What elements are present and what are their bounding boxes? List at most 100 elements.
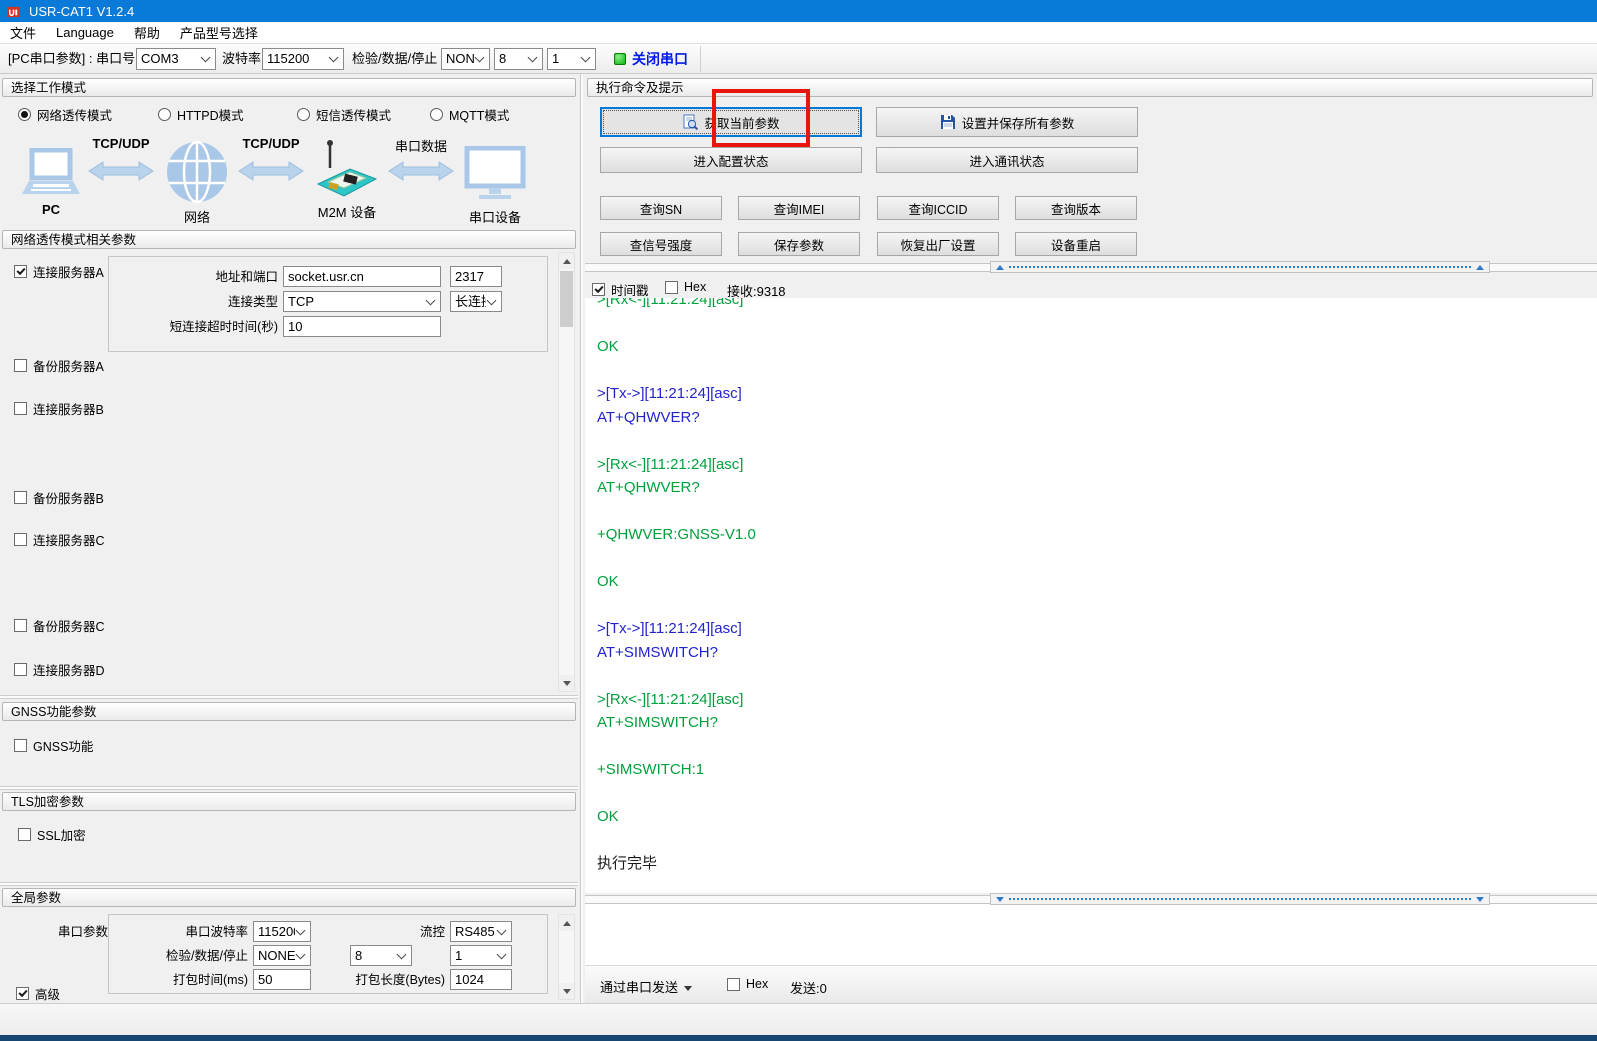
- collapse-up-icon: [996, 265, 1004, 270]
- log-line: [585, 429, 1597, 453]
- checkbox-icon: [14, 359, 27, 372]
- radio-mqtt-mode[interactable]: MQTT模式: [430, 105, 509, 124]
- baud-select[interactable]: 115200: [262, 48, 344, 70]
- menu-help[interactable]: 帮助: [124, 22, 170, 43]
- checkbox-backup-server-a[interactable]: 备份服务器A: [14, 356, 104, 375]
- diagram-node-label: PC: [20, 202, 82, 217]
- pack-length-input[interactable]: 1024: [450, 969, 512, 990]
- diagram-node-label: 网络: [166, 207, 228, 226]
- chevron-down-icon: [581, 53, 591, 63]
- serial-stopbits-select[interactable]: 1: [450, 945, 512, 966]
- log-content: >[Rx<-][11:21:24][asc] OK >[Tx->][11:21:…: [585, 298, 1597, 876]
- log-line: +SIMSWITCH:1: [585, 758, 1597, 782]
- radio-net-transparent-mode[interactable]: 网络透传模式: [18, 105, 112, 124]
- query-iccid-button[interactable]: 查询ICCID: [877, 196, 999, 220]
- send-top-splitter-handle[interactable]: [990, 893, 1490, 905]
- parity-label: 检验/数据/停止: [352, 48, 437, 70]
- checkbox-connect-server-b[interactable]: 连接服务器B: [14, 399, 104, 418]
- short-conn-timeout-input[interactable]: 10: [283, 316, 441, 337]
- stopbits-select[interactable]: 1: [547, 48, 596, 70]
- log-line: >[Rx<-][11:21:24][asc]: [585, 453, 1597, 477]
- serial-databits-select[interactable]: 8: [350, 945, 412, 966]
- log-line: [585, 594, 1597, 618]
- diagram-link-label: 串口数据: [388, 136, 454, 155]
- scroll-up-arrow[interactable]: [559, 915, 574, 931]
- net-params-scrollbar[interactable]: [558, 252, 575, 692]
- chevron-down-icon: [426, 295, 436, 305]
- query-imei-button[interactable]: 查询IMEI: [738, 196, 860, 220]
- enter-comm-state-button[interactable]: 进入通讯状态: [876, 147, 1138, 173]
- checkbox-backup-server-c[interactable]: 备份服务器C: [14, 616, 105, 635]
- conn-type-select[interactable]: TCP: [283, 291, 441, 312]
- query-signal-button[interactable]: 查信号强度: [600, 232, 722, 256]
- splitter-dots: [1009, 266, 1471, 268]
- databits-select[interactable]: 8: [494, 48, 543, 70]
- chevron-down-icon: [329, 53, 339, 63]
- checkbox-send-hex[interactable]: Hex: [727, 977, 768, 991]
- scroll-up-arrow[interactable]: [559, 253, 574, 269]
- collapse-down-icon: [996, 897, 1004, 902]
- port-open-led-icon: [614, 53, 626, 65]
- chevron-down-icon: [497, 925, 507, 935]
- parity-select[interactable]: NONE: [441, 48, 490, 70]
- window-title: USR-CAT1 V1.2.4: [29, 4, 134, 19]
- gnss-header: GNSS功能参数: [2, 702, 576, 721]
- checkbox-ssl[interactable]: SSL加密: [18, 825, 86, 844]
- chevron-down-icon: [201, 53, 211, 63]
- log-line: [585, 547, 1597, 571]
- pack-time-input[interactable]: 50: [253, 969, 311, 990]
- chevron-down-icon: [296, 949, 306, 959]
- log-line: [585, 664, 1597, 688]
- scroll-down-arrow[interactable]: [559, 983, 574, 999]
- log-line: AT+QHWVER?: [585, 406, 1597, 430]
- server-a-port-input[interactable]: 2317: [450, 266, 502, 287]
- pc-serial-port-label: [PC串口参数] : 串口号: [8, 48, 135, 70]
- send-via-serial-button[interactable]: 通过串口发送: [600, 977, 692, 996]
- query-version-button[interactable]: 查询版本: [1015, 196, 1137, 220]
- enter-config-state-button[interactable]: 进入配置状态: [600, 147, 862, 173]
- server-a-address-input[interactable]: socket.usr.cn: [283, 266, 441, 287]
- menu-file[interactable]: 文件: [0, 22, 46, 43]
- global-params-scrollbar[interactable]: [558, 914, 575, 1000]
- radio-httpd-mode[interactable]: HTTPD模式: [158, 105, 244, 124]
- menu-bar: 文件 Language 帮助 产品型号选择: [0, 22, 1597, 43]
- factory-reset-button[interactable]: 恢复出厂设置: [877, 232, 999, 256]
- log-top-splitter-handle[interactable]: [990, 261, 1490, 273]
- query-sn-button[interactable]: 查询SN: [600, 196, 722, 220]
- conn-mode-select[interactable]: 长连接: [450, 291, 502, 312]
- scrollbar-thumb[interactable]: [560, 271, 573, 327]
- conn-type-label: 连接类型: [150, 292, 278, 313]
- close-port-button[interactable]: 关闭串口: [632, 49, 688, 69]
- tls-header: TLS加密参数: [2, 792, 576, 811]
- com-port-select[interactable]: COM3: [136, 48, 216, 70]
- checkbox-timestamp[interactable]: 时间戳: [592, 280, 649, 299]
- checkbox-advanced[interactable]: 高级: [16, 984, 60, 1003]
- send-input-area[interactable]: [585, 904, 1597, 965]
- log-line: >[Rx<-][11:21:24][asc]: [585, 688, 1597, 712]
- checkbox-connect-server-c[interactable]: 连接服务器C: [14, 530, 105, 549]
- checkbox-recv-hex[interactable]: Hex: [665, 280, 706, 294]
- scroll-down-arrow[interactable]: [559, 675, 574, 691]
- device-restart-button[interactable]: 设备重启: [1015, 232, 1137, 256]
- menu-language[interactable]: Language: [46, 24, 124, 41]
- checkbox-icon: [14, 491, 27, 504]
- flow-control-select[interactable]: RS485: [450, 921, 512, 942]
- serial-toolbar: [PC串口参数] : 串口号 COM3 波特率 115200 检验/数据/停止 …: [0, 43, 1597, 74]
- save-params-button[interactable]: 保存参数: [738, 232, 860, 256]
- log-line: [585, 829, 1597, 853]
- menu-product-model[interactable]: 产品型号选择: [170, 22, 268, 43]
- serial-parity-select[interactable]: NONE: [253, 945, 311, 966]
- radio-sms-mode[interactable]: 短信透传模式: [297, 105, 391, 124]
- serial-baud-select[interactable]: 115200: [253, 921, 311, 942]
- set-save-all-params-button[interactable]: 设置并保存所有参数: [876, 107, 1138, 137]
- radio-icon: [158, 108, 171, 121]
- checkbox-connect-server-d[interactable]: 连接服务器D: [14, 660, 105, 679]
- checkbox-gnss[interactable]: GNSS功能: [14, 736, 93, 755]
- floppy-disk-icon: [940, 114, 956, 130]
- checkbox-connect-server-a[interactable]: 连接服务器A: [14, 262, 104, 281]
- checkbox-icon: [14, 402, 27, 415]
- checkbox-backup-server-b[interactable]: 备份服务器B: [14, 488, 104, 507]
- log-line: OK: [585, 335, 1597, 359]
- app-window: { "window": { "title": "USR-CAT1 V1.2.4"…: [0, 0, 1597, 1041]
- log-output-area[interactable]: >[Rx<-][11:21:24][asc] OK >[Tx->][11:21:…: [585, 298, 1597, 893]
